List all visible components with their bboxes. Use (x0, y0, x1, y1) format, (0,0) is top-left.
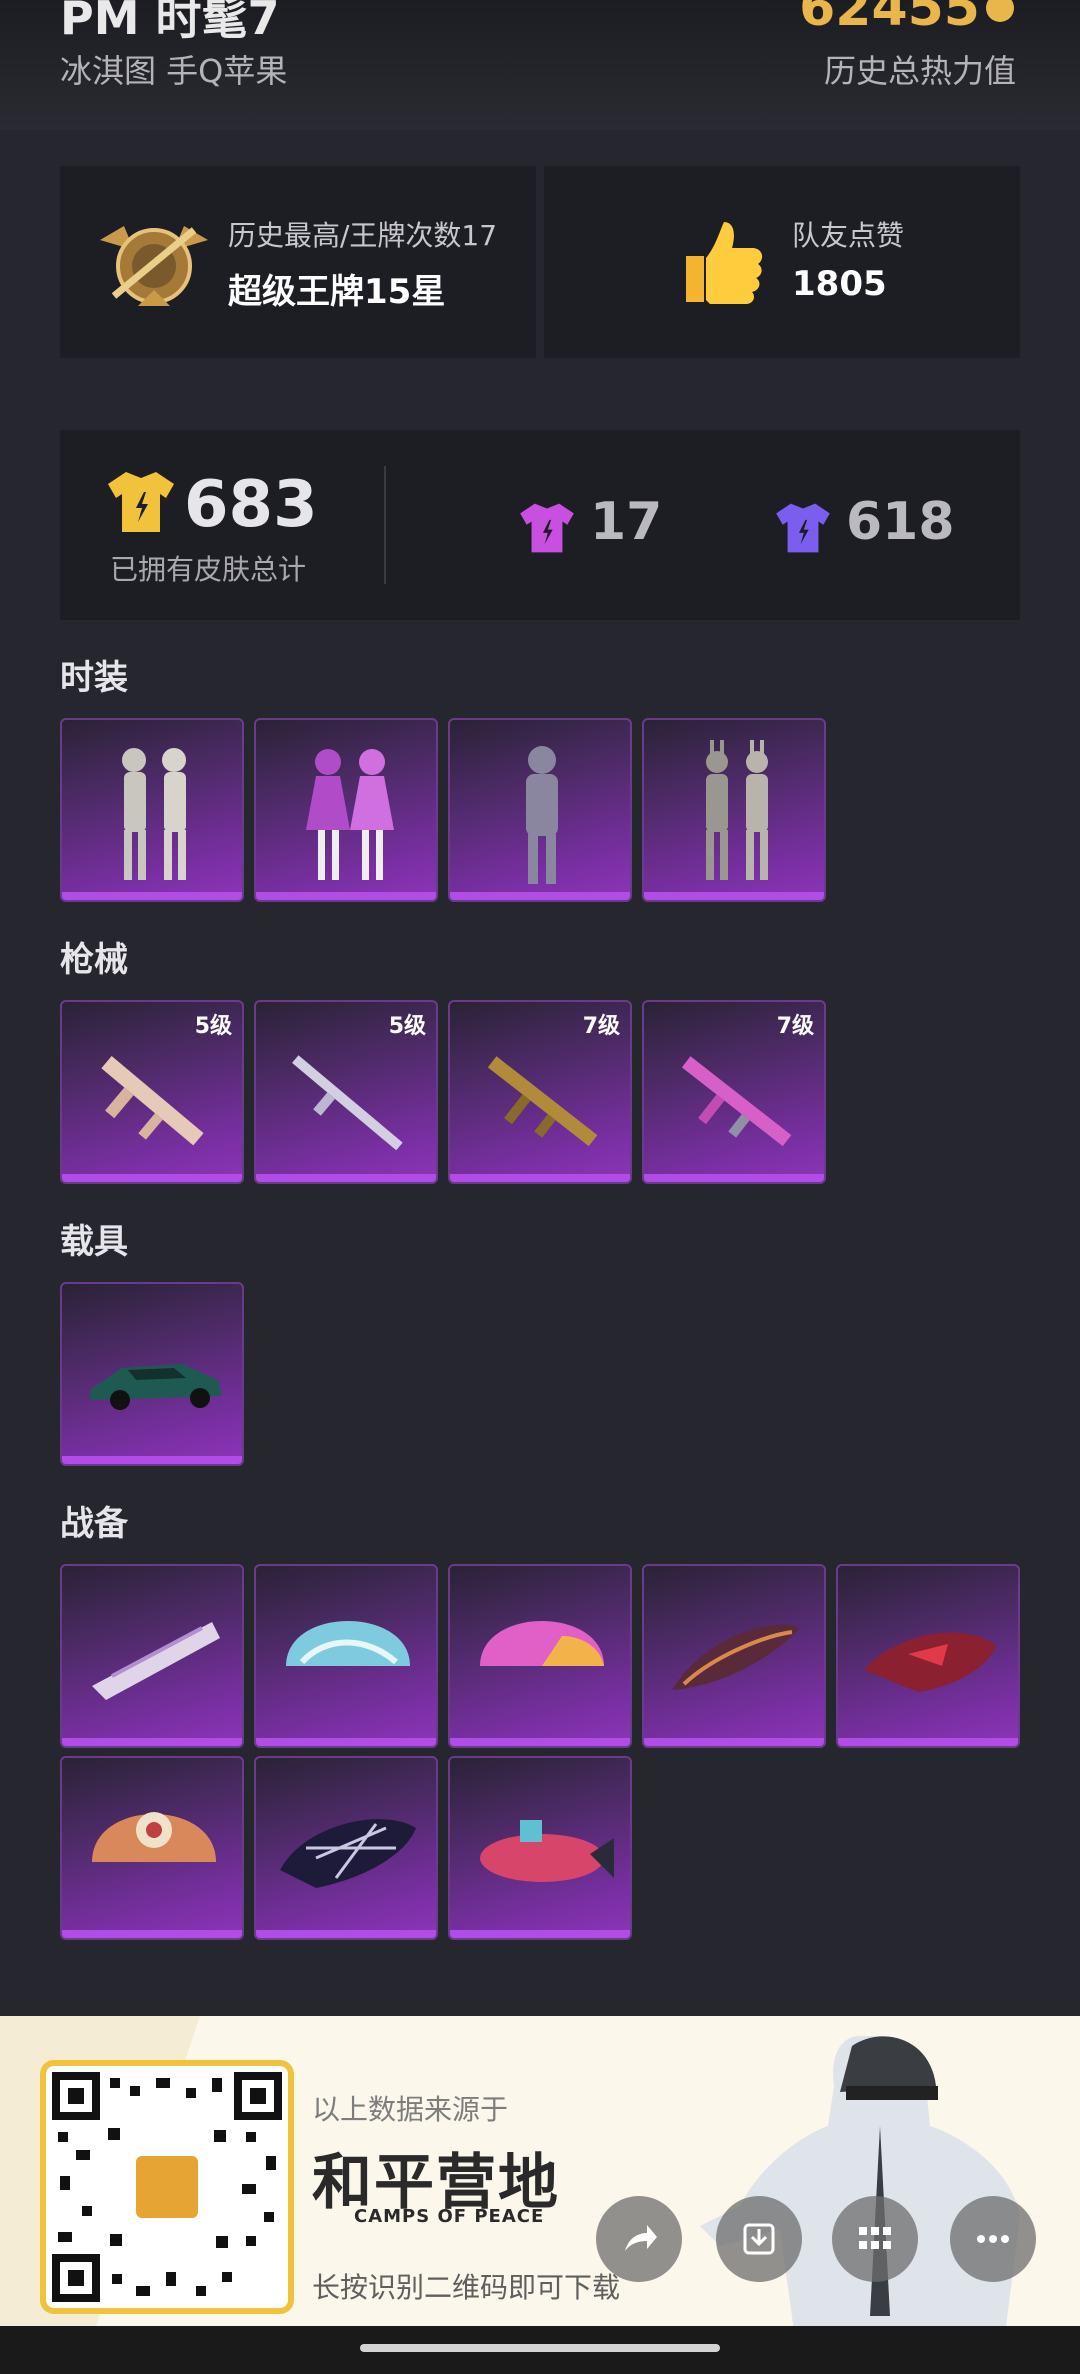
glider-patterned-icon (672, 1624, 800, 1690)
grid-icon (859, 2227, 891, 2249)
weapon-level: 7级 (776, 1014, 814, 1039)
skin-summary-card: 683 已拥有皮肤总计 17 618 (60, 430, 1020, 620)
grid-button[interactable] (832, 2196, 918, 2282)
gear-item[interactable] (642, 1564, 826, 1748)
download-button[interactable] (716, 2196, 802, 2282)
sports-car-icon (90, 1364, 222, 1410)
epic-shirt-icon (776, 503, 830, 553)
rank-value: 超级王牌15星 (228, 272, 446, 312)
outfit-item[interactable] (448, 718, 632, 902)
weapon-level: 5级 (388, 1014, 426, 1039)
download-icon (743, 2223, 775, 2255)
thumbs-up-icon (686, 222, 763, 304)
app-logo (132, 2152, 202, 2222)
gear-item[interactable] (60, 1564, 244, 1748)
more-button[interactable] (950, 2196, 1036, 2282)
skin-total: 683 (184, 468, 318, 542)
vehicles-title: 载具 (60, 1222, 128, 1262)
outfit-twin-silver-icon (122, 748, 186, 880)
rank-card: 历史最高/王牌次数17 超级王牌15星 (60, 166, 536, 358)
source-text: 以上数据来源于 (312, 2093, 509, 2126)
home-indicator[interactable] (360, 2344, 720, 2352)
likes-card: 队友点赞 1805 (544, 166, 1020, 358)
divider (384, 466, 386, 584)
outfit-item[interactable] (60, 718, 244, 902)
parachute-pink-icon (480, 1621, 604, 1666)
glider-icon (92, 1622, 220, 1700)
gear-item[interactable] (836, 1564, 1020, 1748)
outfit-grey-icon (526, 746, 558, 884)
submarine-icon (480, 1820, 614, 1882)
weapon-item[interactable]: 5级 (60, 1000, 244, 1184)
heat-value: 62455 (799, 0, 980, 38)
rank-label: 历史最高/王牌次数17 (228, 219, 498, 252)
epic-count: 618 (846, 492, 955, 552)
outfit-twin-pink-icon (306, 749, 394, 880)
parachute-blue-icon (286, 1621, 410, 1666)
ace-rank-badge-icon (100, 226, 208, 306)
glider-red-icon (864, 1632, 996, 1692)
parachute-floral-icon (92, 1812, 216, 1862)
share-button[interactable] (596, 2196, 682, 2282)
player-server: 冰淇图 手Q苹果 (60, 52, 288, 90)
outfit-item[interactable] (642, 718, 826, 902)
gold-shirt-icon (108, 472, 174, 532)
weapon-item[interactable]: 7级 (448, 1000, 632, 1184)
heat-coin-icon (986, 0, 1014, 22)
glider-web-icon (280, 1819, 416, 1888)
more-icon (977, 2235, 1009, 2243)
gear-item[interactable] (448, 1756, 632, 1940)
source-banner: 以上数据来源于 和平营地 CAMPS OF PEACE 长按识别二维码即可下载 (0, 2016, 1080, 2374)
weapon-item[interactable]: 7级 (642, 1000, 826, 1184)
skin-total-label: 已拥有皮肤总计 (110, 553, 307, 586)
likes-label: 队友点赞 (792, 219, 905, 252)
gear-item[interactable] (254, 1756, 438, 1940)
outfit-twin-rabbit-icon (706, 740, 768, 880)
outfits-title: 时装 (60, 658, 128, 698)
weapon-level: 7级 (582, 1014, 620, 1039)
heat-label: 历史总热力值 (823, 52, 1016, 90)
brand-en: CAMPS OF PEACE (354, 2206, 545, 2227)
legendary-shirt-icon (520, 503, 574, 553)
gear-item[interactable] (60, 1756, 244, 1940)
weapon-level: 5级 (194, 1014, 232, 1039)
weapon-item[interactable]: 5级 (254, 1000, 438, 1184)
vehicle-item[interactable] (60, 1282, 244, 1466)
gear-item[interactable] (448, 1564, 632, 1748)
likes-value: 1805 (792, 264, 887, 304)
outfit-item[interactable] (254, 718, 438, 902)
gear-title: 战备 (60, 1504, 128, 1544)
player-name: PM 时髦7 (60, 0, 280, 45)
share-icon (625, 2225, 657, 2251)
legendary-count: 17 (590, 492, 663, 552)
gear-item[interactable] (254, 1564, 438, 1748)
weapons-title: 枪械 (60, 940, 128, 980)
scan-hint: 长按识别二维码即可下载 (312, 2271, 621, 2304)
qr-code[interactable] (40, 2060, 294, 2314)
player-header: PM 时髦7 冰淇图 手Q苹果 62455 历史总热力值 (0, 0, 1080, 130)
